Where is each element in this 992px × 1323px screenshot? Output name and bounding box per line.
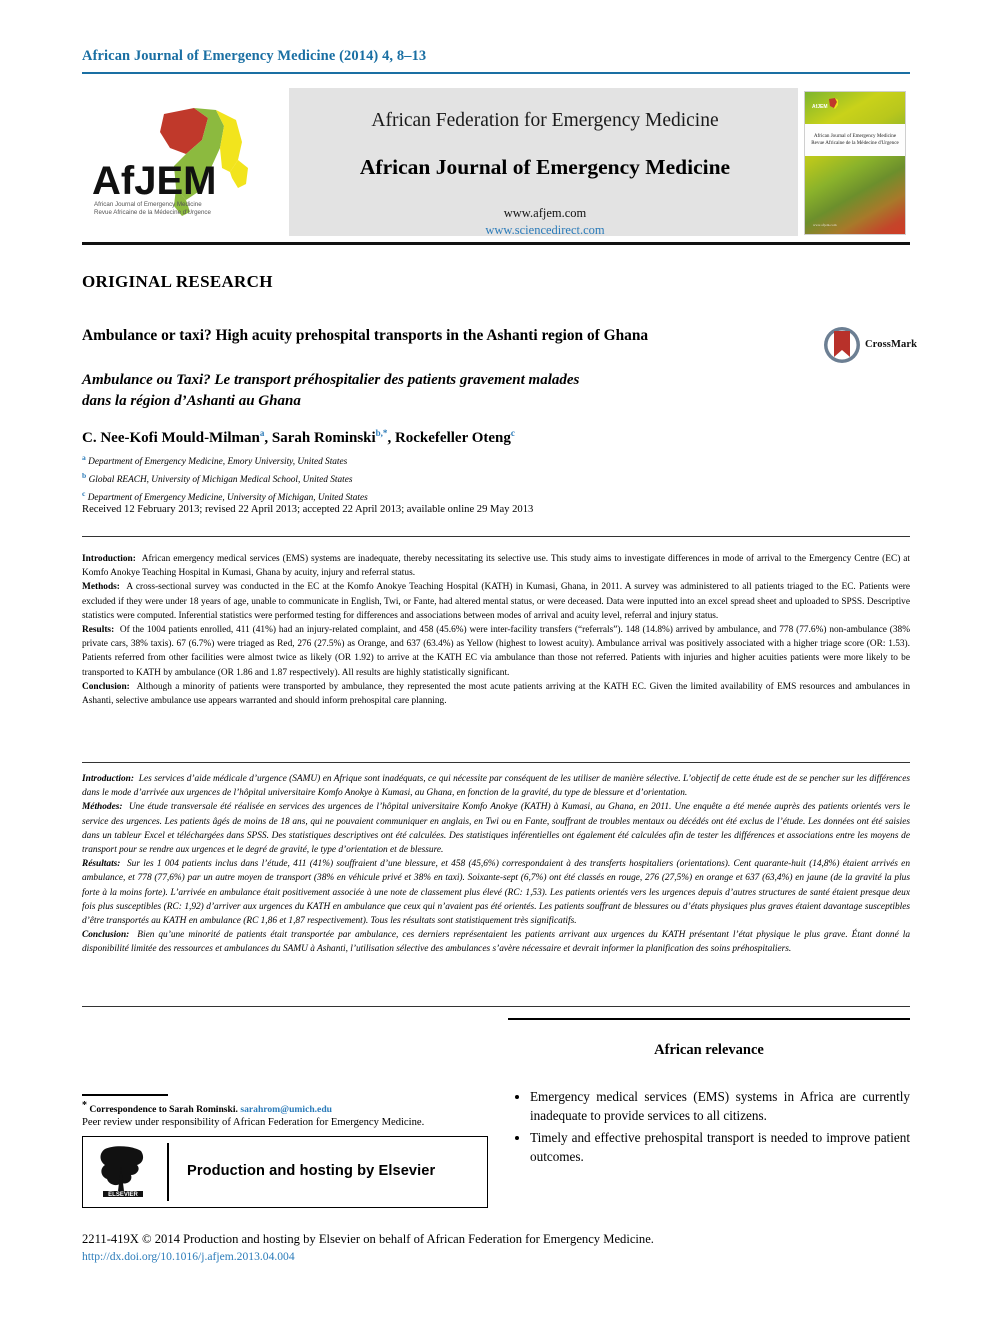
author-affil-mark: a [259, 428, 265, 438]
journal-masthead: AfJEM African Journal of Emergency Medic… [82, 88, 910, 238]
elsevier-divider [167, 1143, 169, 1201]
abstract-text-introduction: African emergency medical services (EMS)… [82, 554, 911, 579]
crossmark-label: CrossMark [865, 339, 918, 350]
article-history: Received 12 February 2013; revised 22 Ap… [82, 504, 534, 515]
affiliation-item: a Department of Emergency Medicine, Emor… [82, 452, 782, 470]
elsevier-tree-icon: ELSEVIER [100, 1146, 144, 1198]
abstract-label-introduction: Introduction: [82, 554, 136, 564]
correspondence-star: * [82, 1100, 87, 1111]
affiliation-text: Department of Emergency Medicine, Univer… [87, 493, 368, 504]
elsevier-hosting-label: Production and hosting by Elsevier [187, 1163, 436, 1179]
abstract-paragraph: Conclusion: Bien qu’une minorité de pati… [82, 928, 910, 956]
elsevier-hosting-box: ELSEVIER Production and hosting by Elsev… [82, 1136, 488, 1208]
abstract-fr-label-methods: Méthodes: [82, 802, 123, 813]
affiliation-text: Global REACH, University of Michigan Med… [88, 475, 353, 486]
abstract-fr-text-results: Sur les 1 004 patients inclus dans l’étu… [82, 859, 911, 926]
affiliation-text: Department of Emergency Medicine, Emory … [88, 457, 348, 468]
abstract-french: Introduction: Les services d’aide médica… [82, 772, 910, 956]
correspondence-text: Correspondence to Sarah Rominski. [89, 1104, 238, 1116]
affiliation-list: a Department of Emergency Medicine, Emor… [82, 452, 782, 506]
abstract-paragraph: Results: Of the 1004 patients enrolled, … [82, 623, 910, 680]
article-title-french-line2: dans la région d’Ashanti au Ghana [82, 393, 301, 410]
masthead-rule [82, 242, 910, 245]
affiliation-mark: b [82, 471, 87, 481]
abstract-label-methods: Methods: [82, 582, 120, 593]
author-affil-mark: b,* [375, 428, 388, 438]
issn-copyright-line: 2211-419X © 2014 Production and hosting … [82, 1232, 654, 1246]
article-title-english: Ambulance or taxi? High acuity prehospit… [82, 327, 649, 344]
logo-tagline-1: African Journal of Emergency Medicine [94, 201, 202, 208]
author-name: C. Nee-Kofi Mould-Milman [82, 430, 260, 446]
correspondence-note: * Correspondence to Sarah Rominski. sara… [82, 1100, 492, 1115]
cover-title-fr: Revue Africaine de la Médecine d'Urgence [811, 140, 899, 146]
svg-text:ELSEVIER: ELSEVIER [108, 1192, 138, 1198]
footnote-rule [82, 1094, 168, 1096]
affiliation-mark: a [82, 453, 86, 462]
author-list: C. Nee-Kofi Mould-Milmana, Sarah Rominsk… [82, 428, 515, 446]
cover-title-band: African Journal of Emergency Medicine Re… [805, 124, 905, 156]
article-title-french-line1: Ambulance ou Taxi? Le transport préhospi… [82, 372, 580, 388]
svg-text:AfJEM: AfJEM [92, 159, 216, 203]
cover-footer-url: www.afjem.com [813, 223, 837, 227]
federation-name: African Federation for Emergency Medicin… [371, 110, 719, 131]
masthead-center: African Federation for Emergency Medicin… [289, 88, 801, 238]
author-name: Sarah Rominski [271, 430, 376, 446]
abstract-fr-text-conclusion: Bien qu’une minorité de patients était t… [82, 930, 910, 955]
abstract-paragraph: Introduction: African emergency medical … [82, 552, 910, 580]
abstract-english: Introduction: African emergency medical … [82, 552, 910, 708]
logo-tagline-2: Revue Africaine de la Médecine d’Urgence [94, 209, 212, 216]
relevance-rule [508, 1018, 910, 1020]
cover-afjem-icon: AfJEM [812, 98, 838, 110]
abstract-top-rule [82, 536, 910, 537]
crossmark-icon [824, 327, 860, 363]
affiliation-item: b Global REACH, University of Michigan M… [82, 470, 782, 488]
relevance-bullet: Timely and effective prehospital transpo… [530, 1128, 910, 1166]
abstract-label-results: Results: [82, 624, 115, 635]
author-affil-mark: c [510, 428, 515, 438]
relevance-bullet: Emergency medical services (EMS) systems… [530, 1087, 910, 1125]
cover-title-en: African Journal of Emergency Medicine [813, 132, 897, 139]
author-name: Rockefeller Oteng [394, 430, 511, 446]
correspondence-email-link[interactable]: sarahrom@umich.edu [240, 1104, 332, 1115]
abstract-text-methods: A cross-sectional survey was conducted i… [82, 582, 911, 621]
abstract-paragraph: Introduction: Les services d’aide médica… [82, 772, 910, 800]
abstract-label-conclusion: Conclusion: [82, 681, 130, 692]
abstract-paragraph: Résultats: Sur les 1 004 patients inclus… [82, 857, 910, 928]
article-type-kicker: ORIGINAL RESEARCH [82, 272, 273, 291]
journal-cover-image: AfJEM African Journal of Emergency Medic… [804, 91, 906, 235]
header-rule [82, 72, 910, 74]
journal-url[interactable]: www.afjem.com [289, 206, 801, 221]
peer-review-note: Peer review under responsibility of Afri… [82, 1117, 425, 1128]
running-head: African Journal of Emergency Medicine (2… [82, 48, 427, 64]
abstract-fr-text-introduction: Les services d’aide médicale d’urgence (… [82, 774, 910, 799]
sciencedirect-url[interactable]: www.sciencedirect.com [289, 223, 801, 238]
relevance-bullet-list: Emergency medical services (EMS) systems… [508, 1087, 910, 1167]
abstract-middle-rule [82, 762, 910, 763]
abstract-fr-label-results: Résultats: [82, 859, 121, 870]
african-relevance-section: African relevance Emergency medical serv… [508, 1018, 910, 1170]
abstract-bottom-rule [82, 1006, 910, 1007]
abstract-fr-text-methods: Une étude transversale été réalisée en s… [82, 802, 910, 855]
abstract-paragraph: Methods: A cross-sectional survey was co… [82, 580, 910, 623]
journal-cover-container: AfJEM African Journal of Emergency Medic… [798, 88, 910, 236]
abstract-text-results: Of the 1004 patients enrolled, 411 (41%)… [82, 624, 910, 678]
afjem-logo-container: AfJEM African Journal of Emergency Medic… [82, 88, 286, 236]
abstract-fr-label-introduction: Introduction: [82, 774, 134, 784]
svg-text:AfJEM: AfJEM [812, 104, 828, 110]
relevance-title: African relevance [654, 1042, 764, 1058]
abstract-paragraph: Méthodes: Une étude transversale été réa… [82, 800, 910, 857]
journal-name: African Journal of Emergency Medicine [359, 155, 731, 179]
abstract-fr-label-conclusion: Conclusion: [82, 930, 130, 941]
doi-link[interactable]: http://dx.doi.org/10.1016/j.afjem.2013.0… [82, 1250, 295, 1263]
article-title-french: Ambulance ou Taxi? Le transport préhospi… [82, 370, 782, 413]
abstract-paragraph: Conclusion: Although a minority of patie… [82, 680, 910, 708]
article-first-page: African Journal of Emergency Medicine (2… [0, 0, 992, 1323]
affiliation-mark: c [82, 489, 86, 499]
abstract-text-conclusion: Although a minority of patients were tra… [82, 681, 910, 706]
crossmark-badge[interactable]: CrossMark [823, 326, 919, 366]
afjem-logo-icon: AfJEM African Journal of Emergency Medic… [92, 108, 248, 216]
